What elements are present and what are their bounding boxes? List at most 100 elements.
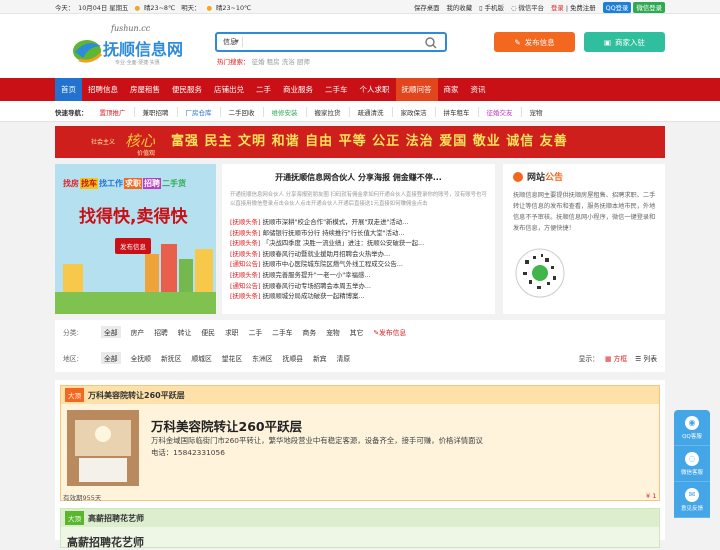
news-item[interactable]: [抚顺头条] 「决战四季度 决胜一流业绩」进注：抚顺公安破获一起... — [230, 238, 487, 249]
filter-category-option[interactable]: 全部 — [101, 326, 121, 338]
filter-category-option[interactable]: 二手车 — [272, 327, 292, 337]
filter-category-option[interactable]: 商务 — [303, 327, 317, 337]
qq-login-button[interactable]: QQ登录 — [602, 1, 632, 13]
nav-job-seeking[interactable]: 个人求职 — [354, 78, 396, 101]
hot-item[interactable]: 洗浴 — [282, 58, 295, 66]
quick-item[interactable]: 疏通清洗 — [348, 106, 392, 117]
view-grid-label: 方框 — [613, 355, 628, 363]
filter-area-option[interactable]: 新抚区 — [161, 353, 181, 363]
nav-merchants[interactable]: 商家 — [438, 78, 465, 101]
favorites-link[interactable]: 我的收藏 — [447, 3, 473, 12]
tomorrow-label: 明天： — [181, 3, 201, 12]
news-item[interactable]: [抚顺头条] 抚顺顺城分局成功破获一起精博案... — [230, 291, 487, 302]
view-list-toggle[interactable]: ☰ 列表 — [635, 353, 657, 363]
nav-jobs[interactable]: 招聘信息 — [82, 78, 124, 101]
filter-category-option[interactable]: 招聘 — [154, 327, 168, 337]
mobile-link[interactable]: ▯ 手机版 — [479, 3, 504, 12]
nav-used-cars[interactable]: 二手车 — [319, 78, 354, 101]
quick-item[interactable]: 搬家拉货 — [305, 106, 349, 117]
list-icon: ☰ — [635, 355, 642, 363]
notice-icon — [513, 171, 523, 182]
filter-publish-link[interactable]: ✎发布信息 — [373, 327, 406, 337]
filter-area-option[interactable]: 抚顺县 — [283, 353, 303, 363]
search-icon[interactable] — [425, 37, 437, 49]
quick-item[interactable]: 征婚交友 — [477, 106, 521, 117]
hot-item[interactable]: 租房 — [267, 58, 280, 66]
listing-header-title-2[interactable]: 高薪招聘花艺师 — [88, 513, 144, 524]
news-text: 抚顺市深耕"校企合作"新模式，开展"双走进"活动... — [262, 218, 409, 226]
wechat-login-button[interactable]: 微信登录 — [633, 1, 665, 13]
date-text: 10月04日 星期五 — [78, 3, 129, 12]
news-item[interactable]: [抚顺头条] 邮储银行抚顺市分行 持续推行"行长值大堂"活动... — [230, 228, 487, 239]
quick-item[interactable]: 厂房仓库 — [176, 106, 220, 117]
nav-qa[interactable]: 抚顺问答 — [395, 78, 438, 101]
wechat-link[interactable]: ◌ 微信平台 — [511, 3, 544, 12]
listing-photo[interactable] — [67, 410, 139, 486]
filter-area-option[interactable]: 全抚顺 — [131, 353, 151, 363]
filter-category-option[interactable]: 便民 — [201, 327, 215, 337]
filter-area-option[interactable]: 新宾 — [313, 353, 327, 363]
news-item[interactable]: [通知公告] 抚顺市中心医院城东院区燃气外线工程成交公告... — [230, 259, 487, 270]
nav-news[interactable]: 资讯 — [465, 78, 492, 101]
notice-title-b: 公告 — [545, 173, 564, 183]
filter-area-option[interactable]: 清原 — [337, 353, 351, 363]
filter-category-option[interactable]: 求职 — [225, 327, 239, 337]
listing-header-title[interactable]: 万科美容院转让260平跃层 — [88, 390, 185, 401]
login-link[interactable]: 登录 — [551, 4, 564, 12]
filter-area-option[interactable]: 全部 — [101, 352, 121, 364]
filter-area-option[interactable]: 顺城区 — [191, 353, 211, 363]
filter-category-option[interactable]: 其它 — [350, 327, 364, 337]
filter-category-option[interactable]: 房产 — [131, 327, 145, 337]
feedback-button[interactable]: ✉ 意见反馈 — [674, 482, 710, 518]
wechat-service-button[interactable]: ◌ 微信客服 — [674, 446, 710, 482]
site-logo[interactable]: fushun.cc 抚顺信息网 专业·全面·便捷·实惠 — [65, 24, 215, 74]
hot-item[interactable]: 厨师 — [297, 58, 310, 66]
merchant-join-button[interactable]: ▣ 商家入驻 — [584, 32, 665, 52]
listing-title-2[interactable]: 高薪招聘花艺师 — [67, 534, 144, 550]
search-box[interactable]: 信息 ▼ — [215, 32, 447, 52]
register-link[interactable]: 免费注册 — [570, 4, 596, 12]
top-bar: 今天： 10月04日 星期五 ● 晴23~8℃ 明天： ● 晴23~10℃ 保存桌面 … — [0, 0, 720, 14]
listing-card-2[interactable]: 大顶 高薪招聘花艺师 高薪招聘花艺师 — [60, 508, 660, 550]
filter-category-option[interactable]: 宠物 — [326, 327, 340, 337]
quick-item[interactable]: 维修安装 — [262, 106, 306, 117]
edit-icon: ✎ — [514, 37, 521, 47]
publish-info-button[interactable]: ✎ 发布信息 — [494, 32, 575, 52]
ad-cta-button[interactable]: 发布信息 — [115, 238, 151, 254]
filter-category-option[interactable]: 转让 — [178, 327, 192, 337]
news-headline[interactable]: 开通抚顺信息网合伙人 分享海报 佣金赚不停... — [222, 172, 495, 183]
view-grid-toggle[interactable]: ▦ 方框 — [605, 353, 627, 363]
qq-service-button[interactable]: ◉ QQ客服 — [674, 410, 710, 446]
filter-area-option[interactable]: 望花区 — [222, 353, 242, 363]
promo-ad[interactable]: 找房 找车 找工作 求职 招聘 二手货 找得快,卖得快 发布信息 — [55, 164, 216, 314]
nav-business[interactable]: 商业服务 — [277, 78, 319, 101]
news-item[interactable]: [抚顺头条] 抚顺春风行动暨就业援助月招聘会火热举办... — [230, 249, 487, 260]
logo-domain: fushun.cc — [111, 24, 151, 33]
search-input[interactable] — [244, 35, 445, 49]
quick-item[interactable]: 置顶推广 — [92, 107, 134, 117]
quick-item[interactable]: 家政保洁 — [391, 106, 435, 117]
listing-title[interactable]: 万科美容院转让260平跃层 — [151, 416, 302, 435]
hot-item[interactable]: 征婚 — [252, 58, 265, 66]
filter-area-option[interactable]: 东洲区 — [252, 353, 272, 363]
nav-shop-transfer[interactable]: 店铺出兑 — [208, 78, 250, 101]
nav-services[interactable]: 便民服务 — [166, 78, 208, 101]
news-item[interactable]: [抚顺头条] 抚顺市深耕"校企合作"新模式，开展"双走进"活动... — [230, 217, 487, 228]
quick-item[interactable]: 兼职招聘 — [133, 106, 177, 117]
filter-category-option[interactable]: 二手 — [249, 327, 263, 337]
quick-item[interactable]: 拼车租车 — [434, 106, 478, 117]
news-item[interactable]: [通知公告] 抚顺春风行动专场招聘会本周五举办... — [230, 281, 487, 292]
news-text: 抚顺市中心医院城东院区燃气外线工程成交公告... — [262, 260, 403, 269]
save-desktop-link[interactable]: 保存桌面 — [414, 3, 440, 12]
news-list: [抚顺头条] 抚顺市深耕"校企合作"新模式，开展"双走进"活动... [抚顺头条… — [230, 217, 487, 302]
quick-item[interactable]: 宠物 — [520, 106, 551, 117]
news-intro: 开通抚顺信息网合伙人 分享海报别朋友圈 扫码就有佣金拿如何开通合伙人直接登录你的… — [230, 192, 487, 207]
news-item[interactable]: [抚顺头条] 抚顺完善服务提升"一老一小"幸福感... — [230, 270, 487, 281]
quick-item[interactable]: 二手回收 — [219, 106, 263, 117]
nav-housing[interactable]: 房屋租售 — [124, 78, 166, 101]
nav-secondhand[interactable]: 二手 — [250, 78, 277, 101]
search-category[interactable]: 信息 — [217, 37, 243, 47]
nav-home[interactable]: 首页 — [55, 78, 82, 101]
phone-icon: ▯ — [479, 3, 483, 12]
listing-card[interactable]: 大顶 万科美容院转让260平跃层 万科美容院转让260平跃层 万科金域国际临街门… — [60, 385, 660, 502]
